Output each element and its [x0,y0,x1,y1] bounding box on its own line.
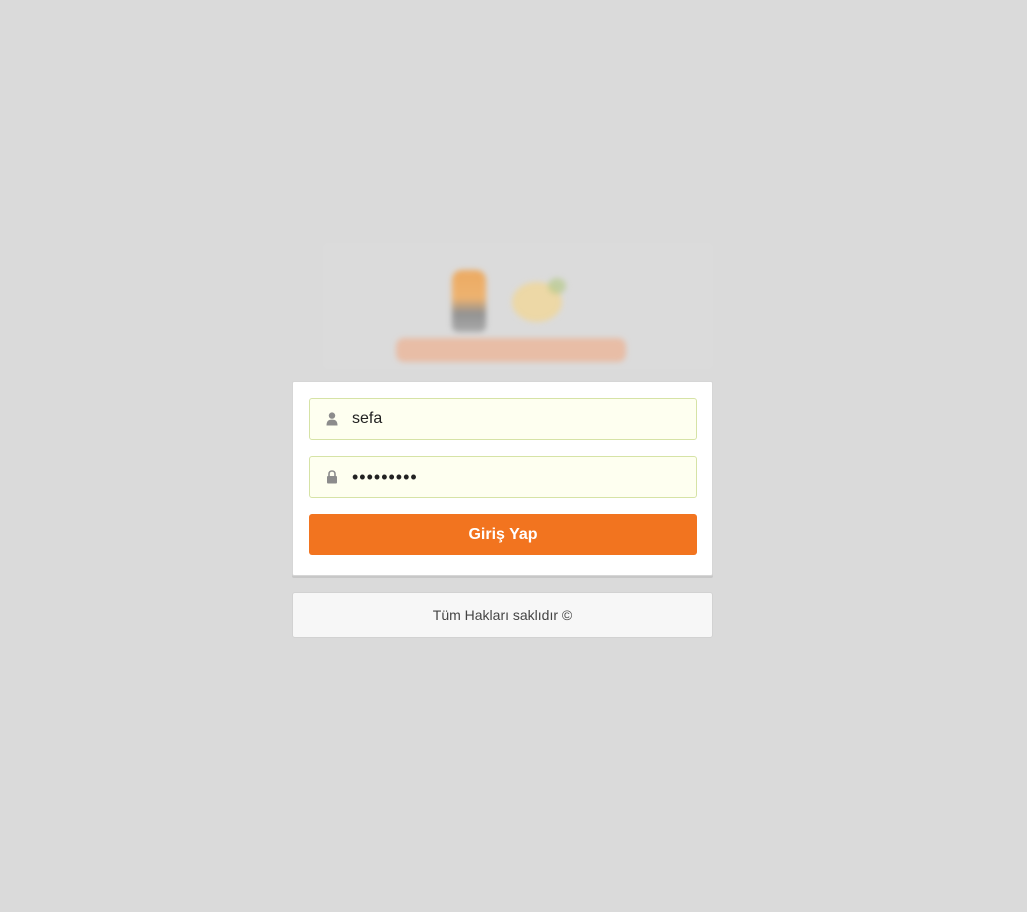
login-button[interactable]: Giriş Yap [309,514,697,555]
username-field[interactable] [309,398,697,440]
username-input[interactable] [352,399,682,439]
copyright-text: Tüm Hakları saklıdır © [432,607,573,623]
logo-figure-shape [452,270,486,332]
user-icon [326,412,338,426]
brand-logo [322,242,714,370]
login-form: Giriş Yap [292,381,713,576]
lock-icon [327,470,337,484]
logo-leaf-shape [548,278,566,294]
logo-wordmark [396,338,626,362]
password-input[interactable] [352,457,682,497]
login-page: Giriş Yap Tüm Hakları saklıdır © [0,0,1027,912]
password-field[interactable] [309,456,697,498]
footer: Tüm Hakları saklıdır © [292,592,713,638]
